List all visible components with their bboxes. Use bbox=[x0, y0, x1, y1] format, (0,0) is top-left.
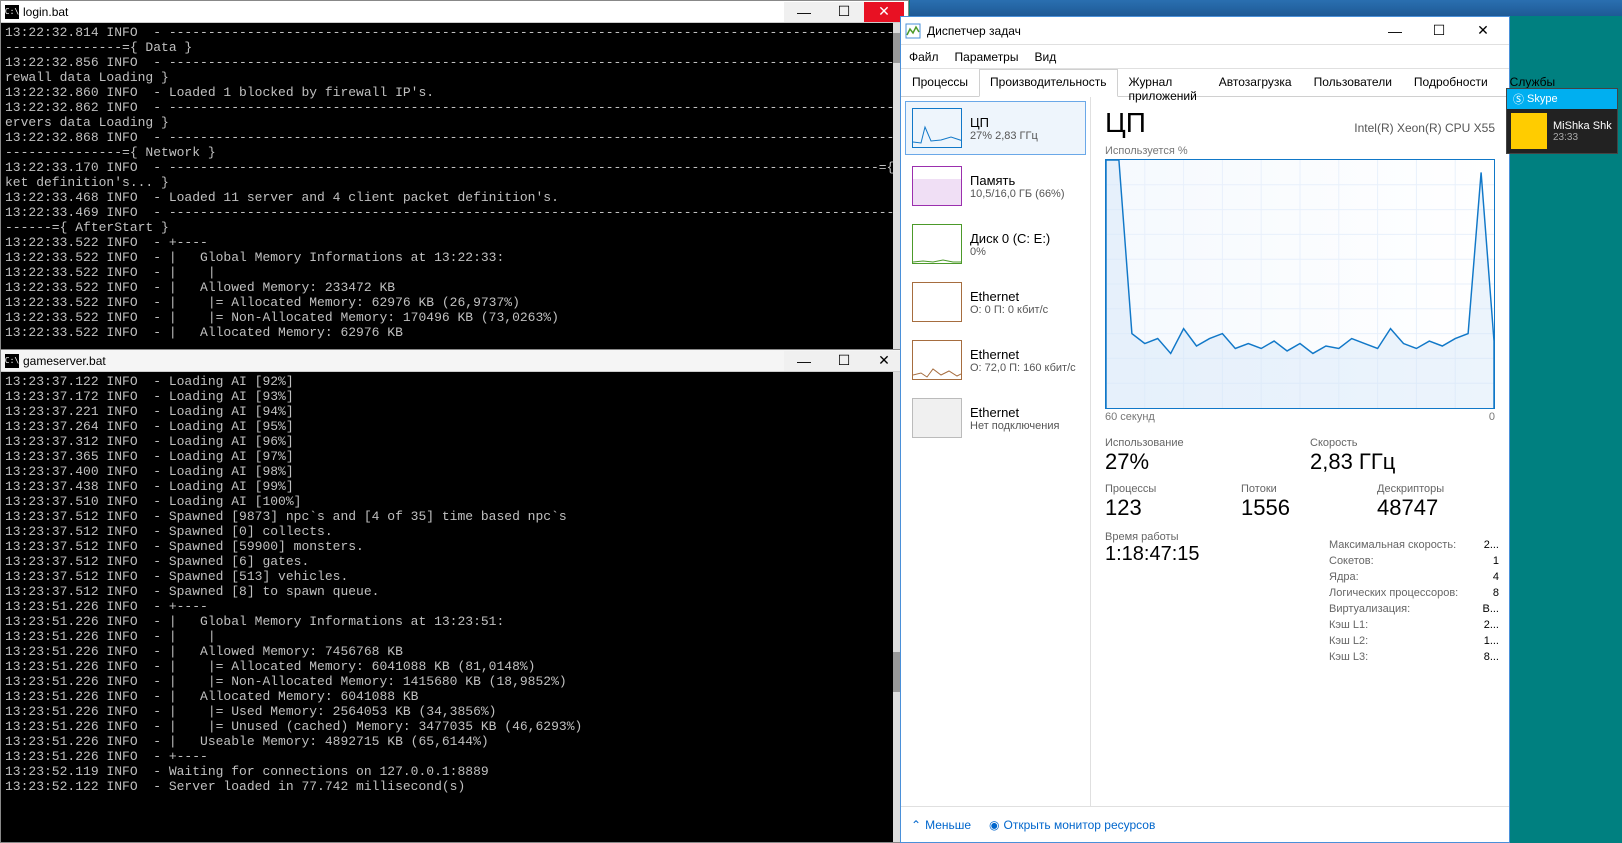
taskmgr-tabs: Процессы Производительность Журнал прило… bbox=[901, 69, 1509, 97]
gameserver-titlebar[interactable]: C:\ gameserver.bat — ☐ ✕ bbox=[1, 350, 908, 372]
sidebar-item-memory[interactable]: Память10,5/16,0 ГБ (66%) bbox=[905, 159, 1086, 213]
taskbar-icon[interactable] bbox=[1056, 1, 1084, 15]
task-manager-window: Диспетчер задач — ☐ ✕ Файл Параметры Вид… bbox=[900, 16, 1510, 843]
minimize-button[interactable]: — bbox=[784, 2, 824, 22]
tab-performance[interactable]: Производительность bbox=[979, 69, 1117, 97]
taskmgr-titlebar[interactable]: Диспетчер задач — ☐ ✕ bbox=[901, 17, 1509, 45]
maximize-button[interactable]: ☐ bbox=[1417, 18, 1461, 44]
stat-handles: Дескрипторы 48747 bbox=[1377, 483, 1495, 521]
login-console-window: C:\ login.bat — ☐ ✕ 13:22:32.814 INFO - … bbox=[0, 0, 909, 358]
sidebar-item-ethernet-1[interactable]: EthernetО: 0 П: 0 кбит/с bbox=[905, 275, 1086, 329]
cpu-heading: ЦП bbox=[1105, 107, 1146, 139]
skype-icon: Ⓢ bbox=[1513, 91, 1524, 107]
sidebar-eth3-title: Ethernet bbox=[970, 405, 1059, 420]
chart-x-right: 0 bbox=[1489, 411, 1495, 423]
menu-options[interactable]: Параметры bbox=[955, 50, 1019, 64]
cpu-usage-chart[interactable] bbox=[1105, 159, 1495, 409]
sidebar-mem-title: Память bbox=[970, 173, 1065, 188]
chart-y-label: Используется % bbox=[1105, 145, 1495, 157]
open-resource-monitor-link[interactable]: ◉ Открыть монитор ресурсов bbox=[989, 818, 1155, 832]
gameserver-title: gameserver.bat bbox=[23, 354, 784, 368]
tab-users[interactable]: Пользователи bbox=[1303, 69, 1403, 96]
maximize-button[interactable]: ☐ bbox=[824, 2, 864, 22]
disk-thumb-icon bbox=[912, 224, 962, 264]
sidebar-eth3-sub: Нет подключения bbox=[970, 420, 1059, 432]
tab-app-history[interactable]: Журнал приложений bbox=[1118, 69, 1208, 96]
close-button[interactable]: ✕ bbox=[864, 2, 904, 22]
cmd-icon: C:\ bbox=[5, 5, 19, 19]
tab-processes[interactable]: Процессы bbox=[901, 69, 979, 96]
sidebar-eth2-title: Ethernet bbox=[970, 347, 1076, 362]
cpu-thumb-icon bbox=[912, 108, 962, 148]
chevron-up-icon: ⌃ bbox=[911, 818, 921, 832]
sidebar-eth2-sub: О: 72,0 П: 160 кбит/с bbox=[970, 362, 1076, 374]
avatar bbox=[1511, 113, 1547, 149]
menu-view[interactable]: Вид bbox=[1034, 50, 1056, 64]
skype-time: 23:33 bbox=[1553, 132, 1612, 143]
sidebar-cpu-sub: 27% 2,83 ГГц bbox=[970, 130, 1038, 142]
login-console-output[interactable]: 13:22:32.814 INFO - --------------------… bbox=[1, 23, 908, 357]
taskbar-icon[interactable] bbox=[1172, 1, 1200, 15]
stat-processes: Процессы 123 bbox=[1105, 483, 1223, 521]
fewer-details-button[interactable]: ⌃ Меньше bbox=[911, 818, 971, 832]
net-thumb-icon bbox=[912, 340, 962, 380]
maximize-button[interactable]: ☐ bbox=[824, 351, 864, 371]
chart-x-left: 60 секунд bbox=[1105, 411, 1155, 423]
login-titlebar[interactable]: C:\ login.bat — ☐ ✕ bbox=[1, 1, 908, 23]
tab-details[interactable]: Подробности bbox=[1403, 69, 1499, 96]
sidebar-item-ethernet-2[interactable]: EthernetО: 72,0 П: 160 кбит/с bbox=[905, 333, 1086, 387]
sidebar-eth1-sub: О: 0 П: 0 кбит/с bbox=[970, 304, 1048, 316]
sidebar-disk-sub: 0% bbox=[970, 246, 1050, 258]
taskbar-fragment bbox=[910, 0, 1622, 16]
gameserver-console-window: C:\ gameserver.bat — ☐ ✕ 13:23:37.122 IN… bbox=[0, 349, 909, 843]
net-off-thumb-icon bbox=[912, 398, 962, 438]
taskmgr-icon bbox=[905, 23, 921, 39]
minimize-button[interactable]: — bbox=[784, 351, 824, 371]
login-title: login.bat bbox=[23, 5, 784, 19]
taskmgr-title: Диспетчер задач bbox=[927, 24, 1373, 38]
skype-contact-name: MiShka Shk bbox=[1553, 120, 1612, 132]
taskbar-icon[interactable] bbox=[1114, 1, 1142, 15]
sidebar-eth1-title: Ethernet bbox=[970, 289, 1048, 304]
taskmgr-footer: ⌃ Меньше ◉ Открыть монитор ресурсов bbox=[901, 806, 1509, 842]
gameserver-console-output[interactable]: 13:23:37.122 INFO - Loading AI [92%] 13:… bbox=[1, 372, 908, 842]
sidebar-item-disk[interactable]: Диск 0 (C: E:)0% bbox=[905, 217, 1086, 271]
cpu-model: Intel(R) Xeon(R) CPU X55 bbox=[1354, 121, 1495, 135]
cmd-icon: C:\ bbox=[5, 354, 19, 368]
stat-utilization: Использование 27% bbox=[1105, 437, 1290, 475]
skype-notification[interactable]: ⓈSkype MiShka Shk 23:33 bbox=[1506, 88, 1618, 154]
tab-startup[interactable]: Автозагрузка bbox=[1208, 69, 1303, 96]
taskbar-icon[interactable] bbox=[998, 1, 1026, 15]
monitor-icon: ◉ bbox=[989, 818, 999, 832]
taskbar-icon[interactable] bbox=[940, 1, 968, 15]
close-button[interactable]: ✕ bbox=[1461, 18, 1505, 44]
taskmgr-main-panel: ЦП Intel(R) Xeon(R) CPU X55 Используется… bbox=[1091, 97, 1509, 806]
taskmgr-sidebar: ЦП27% 2,83 ГГц Память10,5/16,0 ГБ (66%) … bbox=[901, 97, 1091, 806]
minimize-button[interactable]: — bbox=[1373, 18, 1417, 44]
stat-threads: Потоки 1556 bbox=[1241, 483, 1359, 521]
cpu-details-list: Максимальная скорость:2... Сокетов:1 Ядр… bbox=[1329, 537, 1499, 665]
menu-file[interactable]: Файл bbox=[909, 50, 939, 64]
stat-speed: Скорость 2,83 ГГц bbox=[1310, 437, 1495, 475]
close-button[interactable]: ✕ bbox=[864, 351, 904, 371]
skype-header: ⓈSkype bbox=[1507, 89, 1617, 109]
memory-thumb-icon bbox=[912, 166, 962, 206]
sidebar-mem-sub: 10,5/16,0 ГБ (66%) bbox=[970, 188, 1065, 200]
net-thumb-icon bbox=[912, 282, 962, 322]
sidebar-cpu-title: ЦП bbox=[970, 115, 1038, 130]
sidebar-disk-title: Диск 0 (C: E:) bbox=[970, 231, 1050, 246]
sidebar-item-cpu[interactable]: ЦП27% 2,83 ГГц bbox=[905, 101, 1086, 155]
sidebar-item-ethernet-3[interactable]: EthernetНет подключения bbox=[905, 391, 1086, 445]
taskmgr-menubar: Файл Параметры Вид bbox=[901, 45, 1509, 69]
